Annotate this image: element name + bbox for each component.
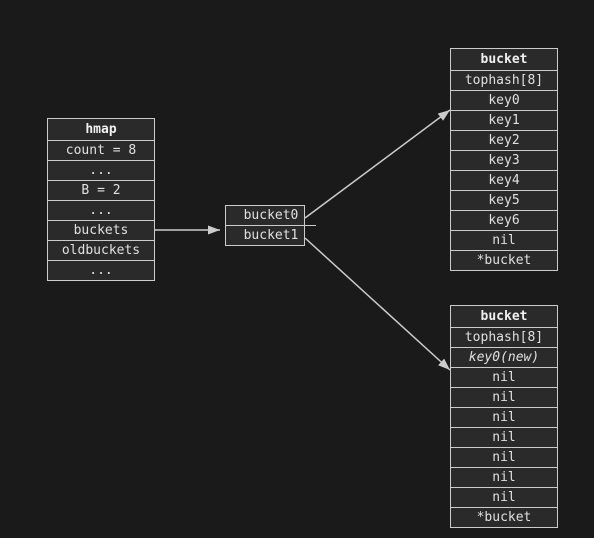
bucket-top-row-9: *bucket [451, 251, 557, 270]
hmap-row-2: B = 2 [48, 181, 154, 201]
buckets-row-1: bucket1 [226, 226, 316, 245]
bucket-top-title: bucket [451, 49, 557, 71]
bucket-bottom-row-1: key0(new) [451, 348, 557, 368]
bucket-top-row-6: key5 [451, 191, 557, 211]
bucket-top-row-2: key1 [451, 111, 557, 131]
hmap-row-1: ... [48, 161, 154, 181]
hmap-row-3: ... [48, 201, 154, 221]
bucket-bottom-row-4: nil [451, 408, 557, 428]
bucket-bottom-row-6: nil [451, 448, 557, 468]
bucket-bottom-row-7: nil [451, 468, 557, 488]
bucket-bottom-title: bucket [451, 306, 557, 328]
hmap-title: hmap [48, 119, 154, 141]
hmap-row-6: ... [48, 261, 154, 280]
bucket-top-row-5: key4 [451, 171, 557, 191]
bucket-top-box: bucket tophash[8] key0 key1 key2 key3 ke… [450, 48, 558, 271]
bucket-top-row-3: key2 [451, 131, 557, 151]
bucket-top-row-4: key3 [451, 151, 557, 171]
bucket-bottom-box: bucket tophash[8] key0(new) nil nil nil … [450, 305, 558, 528]
bucket-bottom-row-8: nil [451, 488, 557, 508]
buckets-array-box: bucket0 bucket1 [225, 205, 305, 246]
bucket-bottom-row-3: nil [451, 388, 557, 408]
bucket-bottom-row-5: nil [451, 428, 557, 448]
bucket-bottom-row-0: tophash[8] [451, 328, 557, 348]
bucket-top-row-7: key6 [451, 211, 557, 231]
hmap-row-0: count = 8 [48, 141, 154, 161]
bucket-top-row-8: nil [451, 231, 557, 251]
bucket-top-row-1: key0 [451, 91, 557, 111]
bucket-bottom-row-2: nil [451, 368, 557, 388]
bucket-bottom-row-9: *bucket [451, 508, 557, 527]
hmap-row-4: buckets [48, 221, 154, 241]
hmap-row-5: oldbuckets [48, 241, 154, 261]
buckets-row-0: bucket0 [226, 206, 316, 226]
bucket-top-row-0: tophash[8] [451, 71, 557, 91]
diagram: hmap count = 8 ... B = 2 ... buckets old… [0, 0, 594, 538]
hmap-box: hmap count = 8 ... B = 2 ... buckets old… [47, 118, 155, 281]
